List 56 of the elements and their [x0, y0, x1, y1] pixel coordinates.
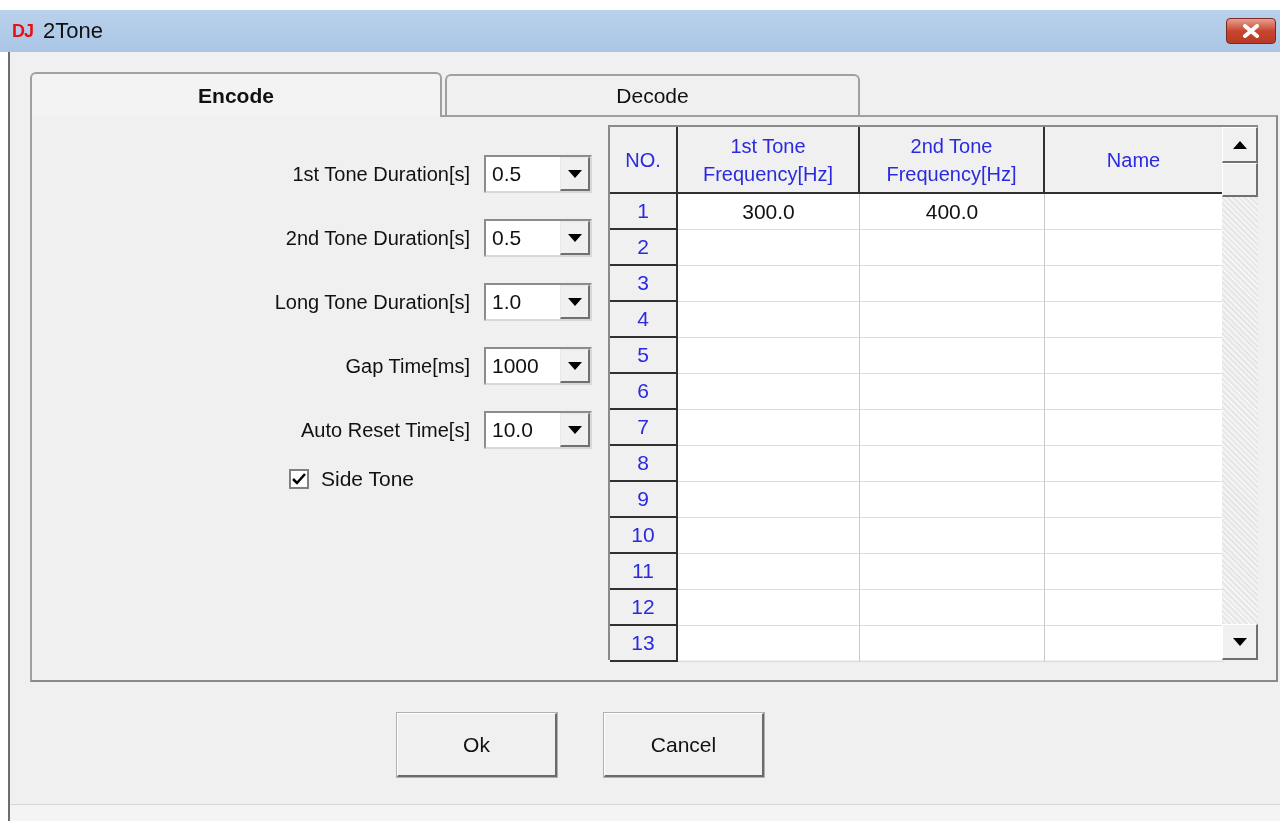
row-number: 4 — [610, 302, 678, 338]
dropdown-button[interactable] — [560, 349, 590, 383]
combo-box[interactable]: 0.5 — [484, 155, 592, 193]
caret-icon — [567, 425, 582, 434]
close-icon — [1242, 24, 1260, 38]
column-header: 1st Tone Frequency[Hz] — [678, 127, 860, 194]
combo-box[interactable]: 10.0 — [484, 411, 592, 449]
check-icon — [292, 473, 306, 485]
caret-icon — [567, 233, 582, 242]
dropdown-button[interactable] — [560, 157, 590, 191]
row-number: 6 — [610, 374, 678, 410]
scrollbar[interactable] — [1222, 125, 1258, 660]
combo-box[interactable]: 1.0 — [484, 283, 592, 321]
row-number: 11 — [610, 554, 678, 590]
column-header: NO. — [610, 127, 678, 194]
combo-box[interactable]: 1000 — [484, 347, 592, 385]
up-arrow-icon — [1232, 140, 1247, 149]
dropdown-button[interactable] — [560, 285, 590, 319]
row-number: 13 — [610, 626, 678, 662]
close-button[interactable] — [1226, 18, 1276, 44]
row-number: 9 — [610, 482, 678, 518]
column-header: Name — [1045, 127, 1224, 194]
combo-box[interactable]: 0.5 — [484, 219, 592, 257]
tab[interactable]: Encode — [30, 72, 442, 117]
field-label: Auto Reset Time[s] — [301, 418, 470, 442]
scroll-up-button[interactable] — [1222, 127, 1258, 163]
field-label: Gap Time[ms] — [345, 354, 470, 378]
caret-icon — [567, 297, 582, 306]
app-logo: DJ — [12, 20, 33, 42]
row-number: 12 — [610, 590, 678, 626]
dialog-button[interactable]: Ok — [397, 713, 557, 777]
field-label: Long Tone Duration[s] — [274, 290, 470, 314]
dropdown-button[interactable] — [560, 413, 590, 447]
table-cell: 400.0 — [860, 194, 1045, 230]
checkbox-label: Side Tone — [321, 467, 415, 491]
row-number: 5 — [610, 338, 678, 374]
window-title: 2Tone — [43, 18, 103, 44]
table-cell: 300.0 — [678, 194, 860, 230]
tab[interactable]: Decode — [445, 74, 860, 115]
field-label: 2nd Tone Duration[s] — [285, 226, 470, 250]
scroll-thumb[interactable] — [1222, 163, 1258, 197]
dialog-button[interactable]: Cancel — [604, 713, 764, 777]
caret-icon — [567, 361, 582, 370]
field-label: 1st Tone Duration[s] — [292, 162, 470, 186]
dropdown-button[interactable] — [560, 221, 590, 255]
row-number: 2 — [610, 230, 678, 266]
row-number: 8 — [610, 446, 678, 482]
column-header: 2nd Tone Frequency[Hz] — [860, 127, 1045, 194]
checkbox[interactable] — [289, 469, 309, 489]
caret-icon — [567, 169, 582, 178]
down-arrow-icon — [1232, 637, 1247, 646]
row-number: 3 — [610, 266, 678, 302]
row-number: 1 — [610, 194, 678, 230]
row-number: 7 — [610, 410, 678, 446]
row-number: 10 — [610, 518, 678, 554]
scroll-down-button[interactable] — [1222, 624, 1258, 660]
